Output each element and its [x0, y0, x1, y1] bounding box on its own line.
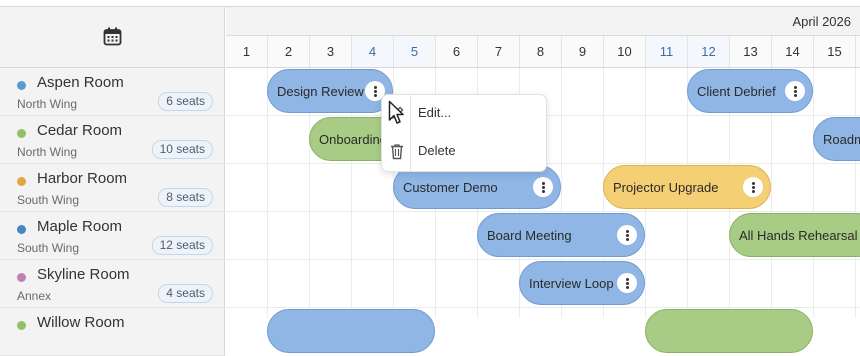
- day-header-row: 1 2 3 4 5 6 7 8 9 10 11 12 13 14 15: [226, 36, 860, 68]
- event-projector-upgrade[interactable]: Projector Upgrade: [603, 165, 771, 209]
- day-header: 10: [604, 36, 646, 67]
- more-options-icon[interactable]: [617, 225, 637, 245]
- day-header: 9: [562, 36, 604, 67]
- day-header-weekend: 5: [394, 36, 436, 67]
- resource-color-dot: [17, 177, 26, 186]
- day-header-weekend: 4: [352, 36, 394, 67]
- day-header: 13: [730, 36, 772, 67]
- resource-location: Annex: [17, 289, 52, 303]
- event-label: Board Meeting: [487, 227, 572, 243]
- resource-location: South Wing: [17, 193, 80, 207]
- menu-item-label: Delete: [418, 143, 456, 158]
- resource-name: Cedar Room: [37, 122, 123, 139]
- event-willow-2[interactable]: [645, 309, 813, 353]
- more-options-icon[interactable]: [785, 81, 805, 101]
- event-board-meeting[interactable]: Board Meeting: [477, 213, 645, 257]
- seats-badge: 10 seats: [151, 140, 213, 159]
- seats-badge: 12 seats: [151, 236, 213, 255]
- resource-row-skyline[interactable]: Skyline Room Annex 4 seats: [0, 260, 225, 308]
- menu-item-delete[interactable]: Delete: [382, 133, 546, 171]
- resource-color-dot: [17, 129, 26, 138]
- day-header: 14: [772, 36, 814, 67]
- mouse-cursor-icon: [388, 100, 404, 124]
- resource-name: Skyline Room: [37, 266, 130, 283]
- resource-name: Maple Room: [37, 218, 123, 235]
- event-label: Customer Demo: [403, 179, 498, 195]
- menu-item-label: Edit...: [418, 105, 452, 120]
- resource-row-cedar[interactable]: Cedar Room North Wing 10 seats: [0, 116, 225, 164]
- event-label: Interview Loop: [529, 275, 614, 291]
- resource-row-harbor[interactable]: Harbor Room South Wing 8 seats: [0, 164, 225, 212]
- menu-item-edit[interactable]: Edit...: [382, 95, 546, 133]
- event-roadmap[interactable]: Roadmap: [813, 117, 860, 161]
- resource-name: Harbor Room: [37, 170, 128, 187]
- day-header: 15: [814, 36, 856, 67]
- event-label: Client Debrief: [697, 83, 776, 99]
- resource-location: North Wing: [17, 145, 78, 159]
- event-label: Design Review: [277, 83, 364, 99]
- resource-row-aspen[interactable]: Aspen Room North Wing 6 seats: [0, 68, 225, 116]
- event-client-debrief[interactable]: Client Debrief: [687, 69, 813, 113]
- more-options-icon[interactable]: [617, 273, 637, 293]
- day-header-weekend: 11: [646, 36, 688, 67]
- day-header: 6: [436, 36, 478, 67]
- more-options-icon[interactable]: [743, 177, 763, 197]
- event-interview-loop[interactable]: Interview Loop: [519, 261, 645, 305]
- day-header: 1: [226, 36, 268, 67]
- month-header: April 2026: [226, 7, 860, 36]
- seats-badge: 6 seats: [158, 92, 213, 111]
- resource-name: Willow Room: [37, 314, 125, 331]
- resource-name: Aspen Room: [37, 74, 124, 91]
- resource-header: [0, 7, 225, 68]
- event-label: All Hands Rehearsal: [739, 227, 858, 243]
- day-header: 3: [310, 36, 352, 67]
- event-label: Roadmap: [823, 131, 860, 147]
- resource-color-dot: [17, 321, 26, 330]
- day-header: 2: [268, 36, 310, 67]
- resource-row-maple[interactable]: Maple Room South Wing 12 seats: [0, 212, 225, 260]
- event-willow-1[interactable]: [267, 309, 435, 353]
- event-design-review[interactable]: Design Review: [267, 69, 393, 113]
- day-header: 8: [520, 36, 562, 67]
- resource-color-dot: [17, 225, 26, 234]
- resource-location: North Wing: [17, 97, 78, 111]
- day-header: 7: [478, 36, 520, 67]
- day-header-weekend: 12: [688, 36, 730, 67]
- month-label: April 2026: [792, 14, 851, 29]
- resource-row-willow[interactable]: Willow Room: [0, 308, 225, 356]
- resource-color-dot: [17, 273, 26, 282]
- trash-icon: [391, 144, 403, 160]
- seats-badge: 4 seats: [158, 284, 213, 303]
- seats-badge: 8 seats: [158, 188, 213, 207]
- resource-location: South Wing: [17, 241, 80, 255]
- resource-color-dot: [17, 81, 26, 90]
- more-options-icon[interactable]: [533, 177, 553, 197]
- event-label: Projector Upgrade: [613, 179, 719, 195]
- calendar-icon[interactable]: [103, 27, 122, 46]
- event-all-hands-rehearsal[interactable]: All Hands Rehearsal: [729, 213, 860, 257]
